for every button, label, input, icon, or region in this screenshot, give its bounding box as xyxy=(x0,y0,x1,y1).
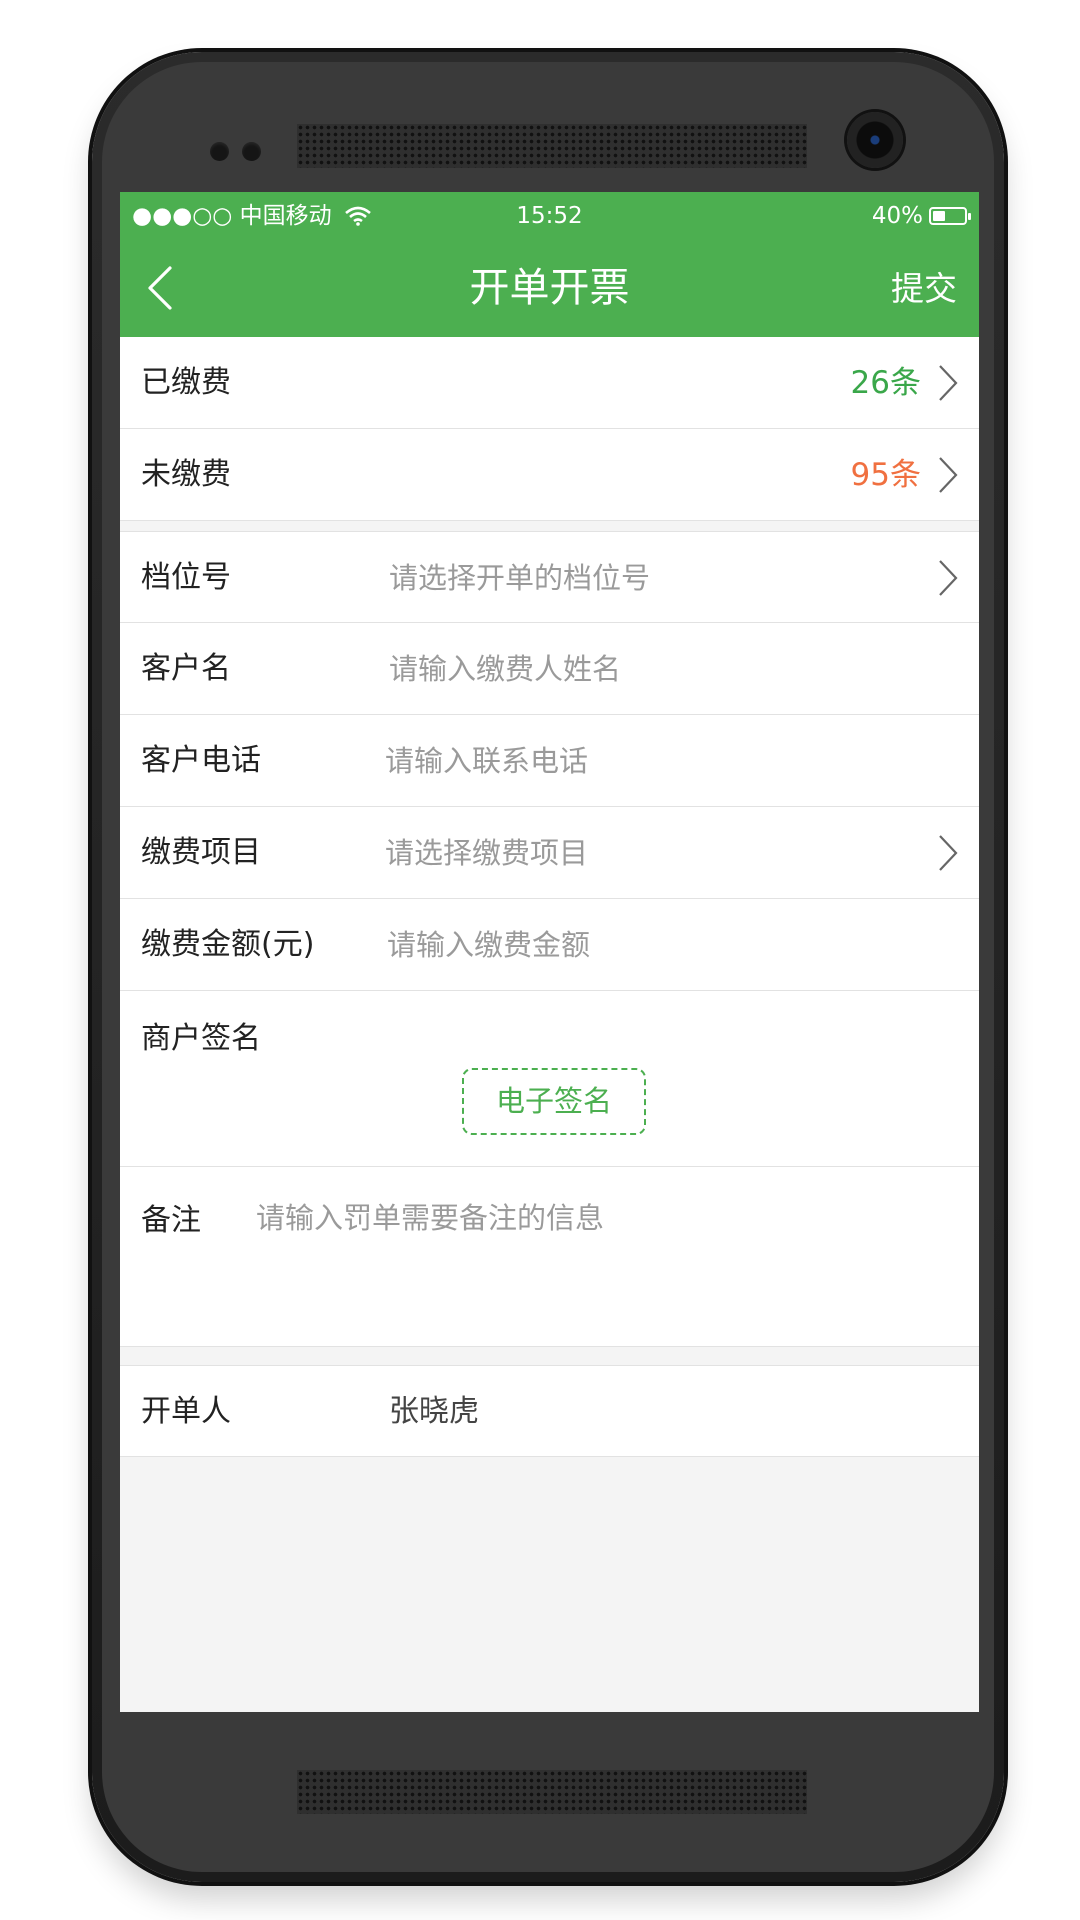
app-screen: ●●●○○ 中国移动 15:52 40% 开单开票 提交 已缴费 26条 未缴费… xyxy=(120,192,979,1712)
unpaid-count: 95条 xyxy=(850,457,921,493)
bottom-speaker-grille xyxy=(297,1770,807,1814)
remark-row: 备注 请输入罚单需要备注的信息 xyxy=(120,1167,979,1347)
customer-phone-row: 客户电话 请输入联系电话 xyxy=(120,715,979,807)
paid-label: 已缴费 xyxy=(141,365,231,400)
paid-row[interactable]: 已缴费 26条 xyxy=(120,337,979,429)
remark-textarea[interactable]: 请输入罚单需要备注的信息 xyxy=(256,1195,604,1237)
sensor-dot-1 xyxy=(210,142,229,161)
fee-item-select[interactable]: 请选择缴费项目 xyxy=(385,807,588,899)
issuer-value: 张晓虎 xyxy=(389,1394,479,1429)
fee-item-row[interactable]: 缴费项目 请选择缴费项目 xyxy=(120,807,979,899)
signature-row: 商户签名 电子签名 xyxy=(120,991,979,1167)
customer-name-label: 客户名 xyxy=(141,651,231,686)
top-speaker-grille xyxy=(297,124,807,168)
fee-amount-label: 缴费金额(元) xyxy=(141,927,315,962)
stall-label: 档位号 xyxy=(141,560,231,595)
fee-amount-row: 缴费金额(元) 请输入缴费金额 xyxy=(120,899,979,991)
battery-status: 40% xyxy=(871,192,971,240)
submit-button[interactable]: 提交 xyxy=(891,240,957,337)
signature-label: 商户签名 xyxy=(141,1021,261,1056)
status-bar: ●●●○○ 中国移动 15:52 40% xyxy=(120,192,979,240)
customer-phone-input[interactable]: 请输入联系电话 xyxy=(385,715,588,807)
customer-phone-label: 客户电话 xyxy=(141,743,261,778)
unpaid-label: 未缴费 xyxy=(141,457,231,492)
battery-fill xyxy=(933,211,945,221)
chevron-right-icon xyxy=(939,365,958,401)
nav-bar: 开单开票 提交 xyxy=(120,240,979,337)
customer-name-input[interactable]: 请输入缴费人姓名 xyxy=(389,623,621,715)
chevron-right-icon xyxy=(939,457,958,493)
fee-item-label: 缴费项目 xyxy=(141,835,261,870)
stall-select[interactable]: 请选择开单的档位号 xyxy=(389,532,650,624)
battery-icon xyxy=(929,207,971,225)
front-camera xyxy=(847,112,903,168)
unpaid-row[interactable]: 未缴费 95条 xyxy=(120,429,979,521)
battery-percent: 40% xyxy=(871,203,923,229)
page-title: 开单开票 xyxy=(469,265,630,311)
status-time: 15:52 xyxy=(516,203,583,229)
fee-amount-input[interactable]: 请输入缴费金额 xyxy=(387,899,590,991)
remark-label: 备注 xyxy=(141,1203,201,1238)
issuer-row: 开单人 张晓虎 xyxy=(120,1365,979,1457)
customer-name-row: 客户名 请输入缴费人姓名 xyxy=(120,623,979,715)
chevron-right-icon xyxy=(939,835,958,871)
header: ●●●○○ 中国移动 15:52 40% 开单开票 提交 xyxy=(120,192,979,337)
e-signature-button[interactable]: 电子签名 xyxy=(462,1068,646,1135)
sensor-dot-2 xyxy=(242,142,261,161)
stall-row[interactable]: 档位号 请选择开单的档位号 xyxy=(120,531,979,623)
chevron-right-icon xyxy=(939,560,958,596)
issuer-label: 开单人 xyxy=(141,1394,231,1429)
paid-count: 26条 xyxy=(850,365,921,401)
